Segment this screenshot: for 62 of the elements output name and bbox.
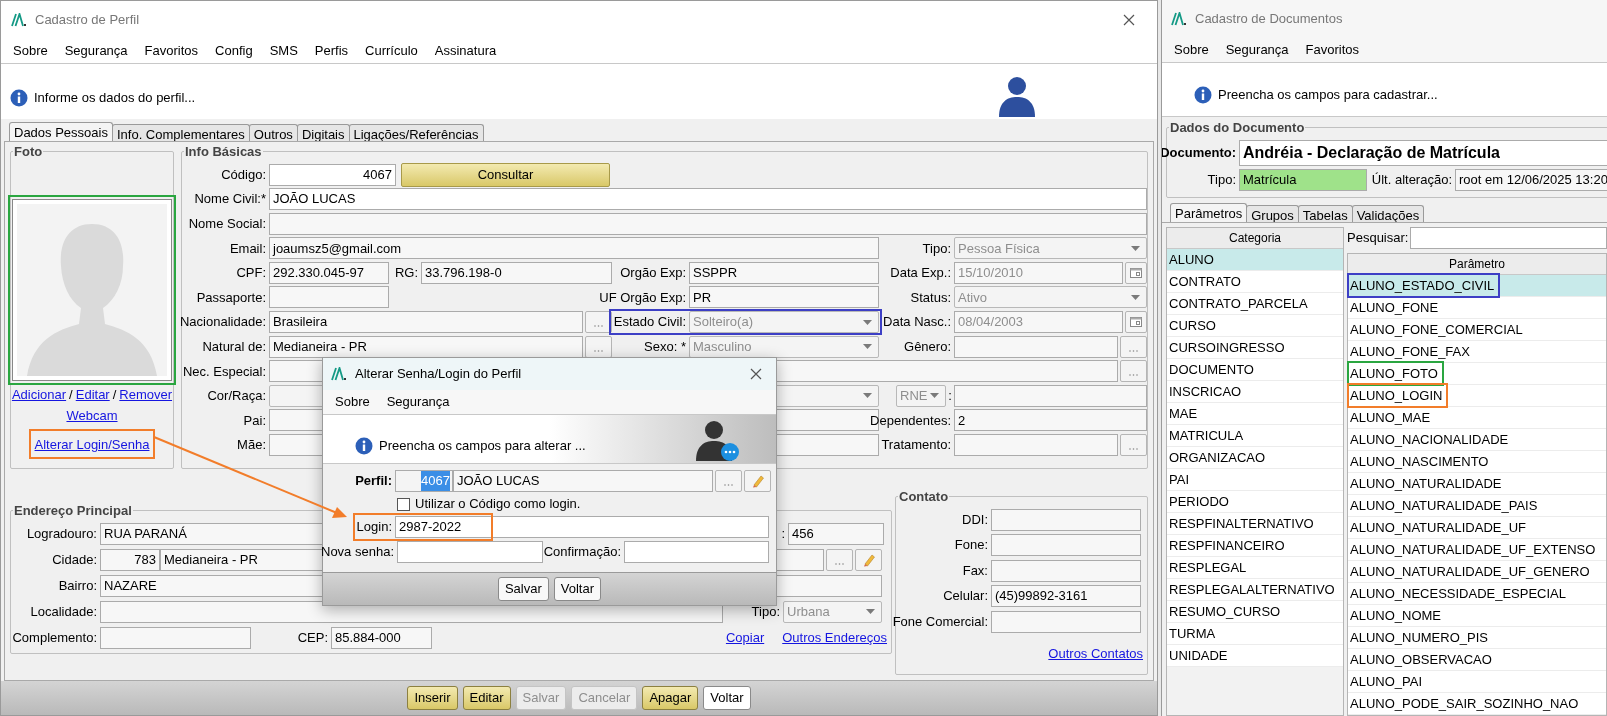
field-label: Bairro: [58, 576, 97, 595]
field-label: Nome Civil:* [194, 190, 266, 209]
field-label: Cor/Raça: [207, 387, 266, 406]
window-title: Cadastro de Perfil [35, 11, 140, 30]
field-label: Fone: [954, 536, 988, 555]
field-label: Celular: [943, 587, 988, 606]
info-message: Informe os dados do perfil... [34, 88, 196, 107]
field-label: RG: [394, 264, 418, 283]
group-title: Info Básicas [184, 143, 263, 161]
separator: / [112, 385, 117, 404]
separator: / [69, 385, 73, 404]
field-label: Cidade: [52, 550, 97, 569]
field-label: Nome Social: [188, 214, 266, 233]
separator: : [947, 387, 953, 406]
field-label: Código: [221, 165, 266, 184]
field-label: Tipo: [751, 602, 780, 621]
field-label: Nec. Especial: [182, 362, 266, 381]
field-label: Orgão Exp: [620, 264, 686, 283]
field-label: Localidade: [30, 602, 97, 621]
field-label: Status: [910, 288, 951, 307]
field-label: Email: [229, 239, 266, 258]
field-label: Tipo: [1207, 170, 1236, 189]
field-label: CPF: [236, 264, 266, 283]
field-label: DDI: [962, 510, 988, 529]
field-label: : [781, 524, 785, 543]
column-header: Parâmetro [1348, 254, 1606, 275]
field-label: Passaporte: [196, 288, 266, 307]
field-label: Login: [356, 518, 392, 537]
field-label: Últ. alteração: [1371, 170, 1452, 189]
field-label: Fone Comercial: [892, 612, 988, 631]
field-label: CEP: [297, 628, 328, 647]
group-title: Dados do Documento [1169, 119, 1306, 137]
field-label: Nacionalidade: [180, 313, 266, 332]
field-label: Natural de: [202, 337, 266, 356]
field-label: Logradouro: [26, 524, 97, 543]
field-label: Mãe: [237, 436, 266, 455]
field-label: Estado Civil: [613, 313, 686, 332]
field-label: Perfil: [355, 472, 392, 491]
field-label: Nova senha: [321, 543, 394, 562]
field-label: Tratamento: [881, 436, 951, 455]
field-label: UF Orgão Exp: [599, 288, 686, 307]
window-title: Cadastro de Documentos [1195, 10, 1343, 29]
field-label: Dependentes: [870, 411, 951, 430]
group-title: Foto [13, 143, 44, 161]
field-label: Sexo: * [644, 337, 686, 356]
checkbox-label: Utilizar o Código como login. [415, 495, 581, 514]
field-label: Gênero: [904, 337, 951, 356]
field-label: Fax: [962, 561, 988, 580]
field-label: Data Nasc.: [883, 313, 951, 332]
dialog-title: Alterar Senha/Login do Perfil [355, 365, 522, 384]
field-label: Complemento: [12, 628, 97, 647]
selected-text: 4067 [421, 471, 450, 491]
field-label: Confirmação: [543, 543, 621, 562]
info-message: Preencha os campos para alterar ... [379, 436, 586, 455]
field-label: Tipo: [922, 239, 951, 258]
field-label: Pai: [243, 411, 266, 430]
group-title: Contato [898, 488, 950, 506]
field-label: Data Exp.: [890, 264, 951, 283]
group-title: Endereço Principal [13, 502, 133, 520]
field-label: Pesquisar: [1347, 229, 1409, 248]
info-message: Preencha os campos para cadastrar... [1218, 85, 1438, 104]
column-header: Categoria [1167, 228, 1343, 249]
